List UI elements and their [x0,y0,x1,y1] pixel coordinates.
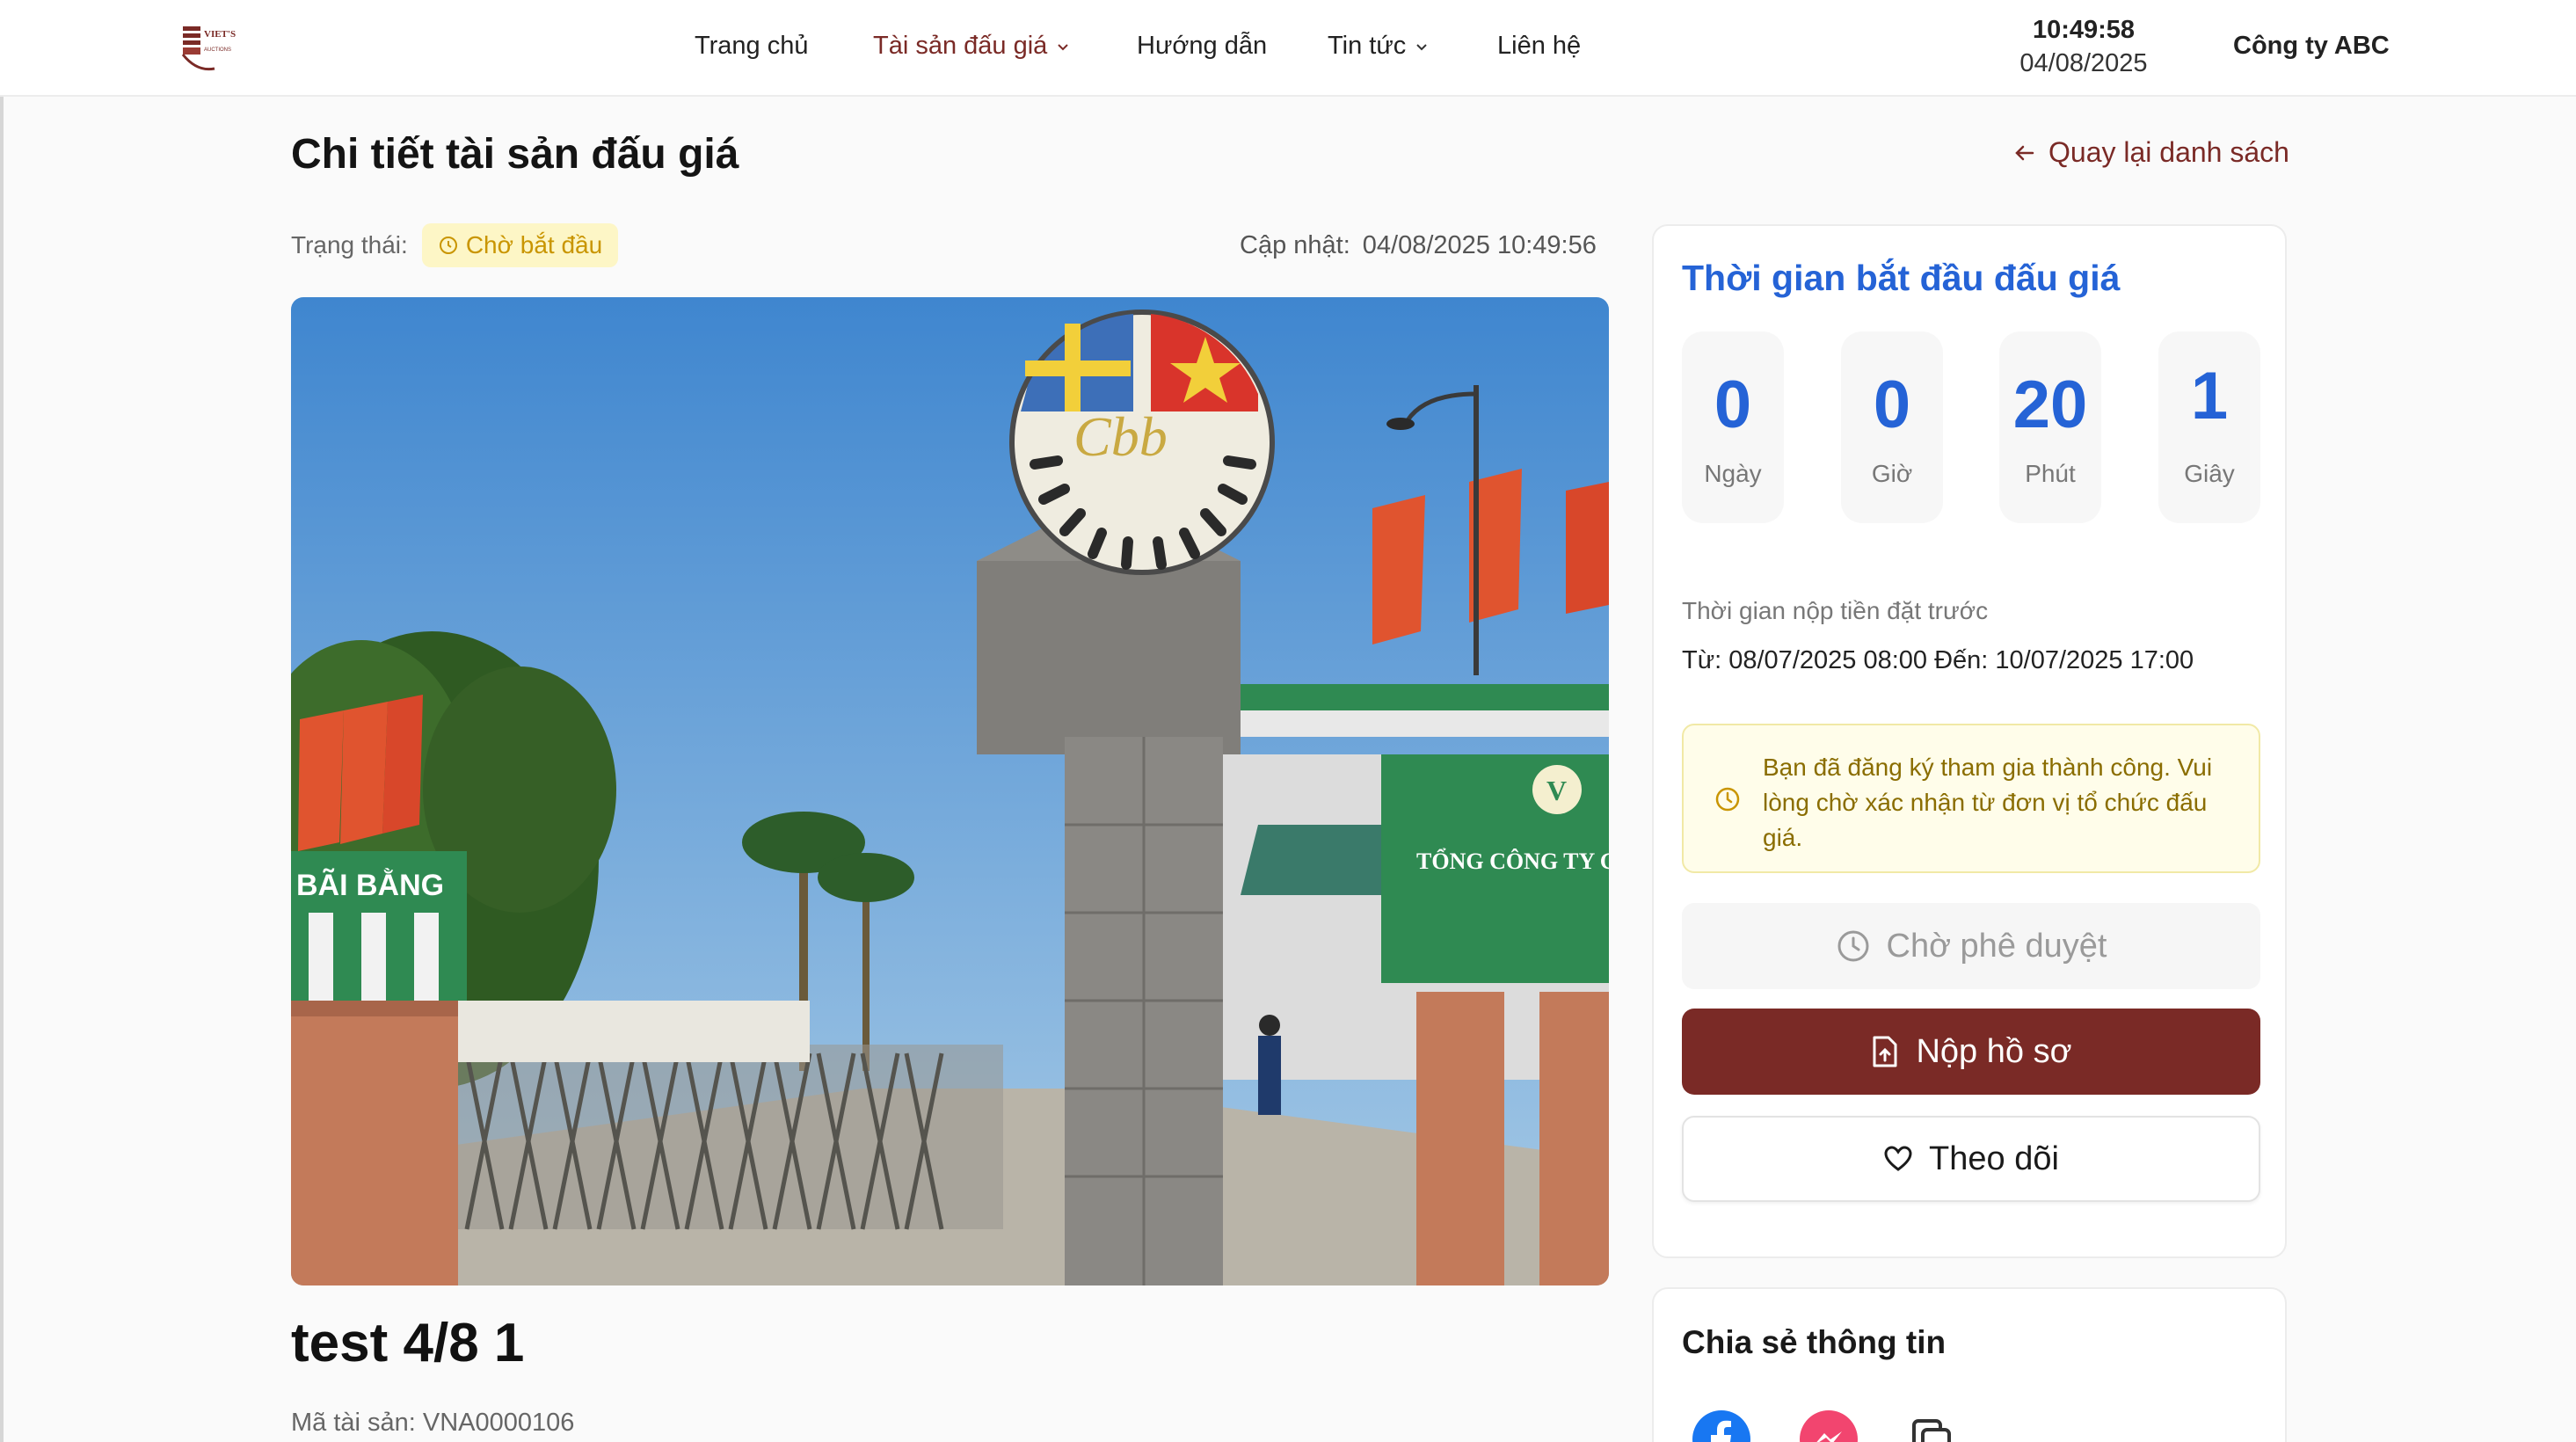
countdown-hours-label: Giờ [1871,460,1913,487]
asset-photo: BÃI BẰNG TỔNG CÔNG TY GIẤY V [291,297,1609,1285]
countdown-hours-value: 0 [1873,368,1911,442]
share-panel: Chia sẻ thông tin [1652,1287,2287,1442]
registration-notice: Bạn đã đăng ký tham gia thành công. Vui … [1682,724,2260,873]
chevron-down-icon [1058,43,1069,50]
nav-contact[interactable]: Liên hệ [1497,32,1581,61]
gate-sign-text: BÃI BẰNG [296,869,444,902]
status-label: Trạng thái: [291,231,408,259]
pending-approval-label: Chờ phê duyệt [1886,927,2107,965]
messenger-icon[interactable] [1798,1409,1859,1442]
countdown-minutes-value: 20 [2012,368,2088,442]
copy-icon[interactable] [1902,1409,1963,1442]
follow-label: Theo dõi [1929,1140,2059,1177]
status-badge: Chờ bắt đầu [421,223,619,267]
window-edge [0,0,4,1442]
building-sign-text: TỔNG CÔNG TY GIẤY [1416,848,1609,874]
follow-button[interactable]: Theo dõi [1682,1116,2260,1202]
deposit-range: Từ: 08/07/2025 08:00 Đến: 10/07/2025 17:… [1682,646,2194,674]
nav-auction-assets-label: Tài sản đấu giá [873,32,1048,60]
heart-icon [1884,1146,1912,1171]
updated-label: Cập nhật: [1240,231,1350,259]
nav-home[interactable]: Trang chủ [695,32,809,61]
countdown-minutes-label: Phút [2025,460,2076,487]
updated-value: 04/08/2025 10:49:56 [1362,231,1597,259]
status-badge-text: Chờ bắt đầu [465,231,603,259]
back-to-list-link[interactable]: Quay lại danh sách [2013,136,2289,169]
deposit-label: Thời gian nộp tiền đặt trước [1682,597,1989,624]
countdown-hours: 0 Giờ [1841,331,1943,523]
countdown-title: Thời gian bắt đầu đấu giá [1682,258,2121,298]
countdown-minutes: 20 Phút [1999,331,2101,523]
site-logo[interactable]: VIET'S AUCTIONS [179,23,251,77]
user-company-menu[interactable]: Công ty ABC [2233,32,2390,61]
asset-name: test 4/8 1 [291,1313,525,1373]
share-title: Chia sẻ thông tin [1682,1324,1947,1360]
countdown-seconds-value: 1 [2190,359,2229,433]
facebook-icon[interactable] [1691,1409,1752,1442]
nav-home-label: Trang chủ [695,32,809,60]
clock-icon [1715,787,1740,812]
clock-date: 04/08/2025 [2019,49,2148,77]
nav-contact-label: Liên hệ [1497,32,1582,60]
nav-auction-assets[interactable]: Tài sản đấu giá [873,32,1070,61]
auction-side-panel: Thời gian bắt đầu đấu giá 0 Ngày 0 Giờ 2… [1652,224,2287,1258]
countdown-days: 0 Ngày [1682,331,1784,523]
header-clock: 10:49:58 04/08/2025 [1996,14,2172,79]
countdown-days-label: Ngày [1704,460,1762,487]
updated-info: Cập nhật: 04/08/2025 10:49:56 [1240,231,1597,260]
arrow-left-icon [2015,145,2034,160]
page-title: Chi tiết tài sản đấu giá [291,131,739,178]
submit-documents-button[interactable]: Nộp hồ sơ [1682,1009,2260,1095]
nav-news-label: Tin tức [1328,32,1407,60]
svg-text:Cbb: Cbb [1073,405,1168,468]
status-row: Trạng thái: Chờ bắt đầu [291,223,619,267]
svg-text:AUCTIONS: AUCTIONS [204,47,231,53]
svg-text:V: V [1546,775,1567,806]
submit-documents-label: Nộp hồ sơ [1916,1032,2072,1070]
nav-guide[interactable]: Hướng dẫn [1137,32,1267,61]
nav-news[interactable]: Tin tức [1328,32,1429,61]
clock-icon [1837,930,1868,962]
nav-guide-label: Hướng dẫn [1137,32,1268,60]
notice-text: Bạn đã đăng ký tham gia thành công. Vui … [1763,754,2213,851]
svg-text:VIET'S: VIET'S [204,29,236,40]
clock-icon [439,237,457,254]
countdown-seconds-label: Giây [2184,460,2235,487]
back-link-label: Quay lại danh sách [2048,136,2289,168]
pending-approval-button[interactable]: Chờ phê duyệt [1682,903,2260,989]
file-upload-icon [1873,1036,1897,1067]
countdown-seconds: 1 Giây [2158,331,2260,523]
countdown-days-value: 0 [1714,368,1752,442]
asset-code: Mã tài sản: VNA0000106 [291,1409,575,1437]
top-header: VIET'S AUCTIONS Trang chủ Tài sản đấu gi… [0,0,2576,97]
clock-time: 10:49:58 [2032,16,2136,44]
chevron-down-icon [1416,43,1427,50]
